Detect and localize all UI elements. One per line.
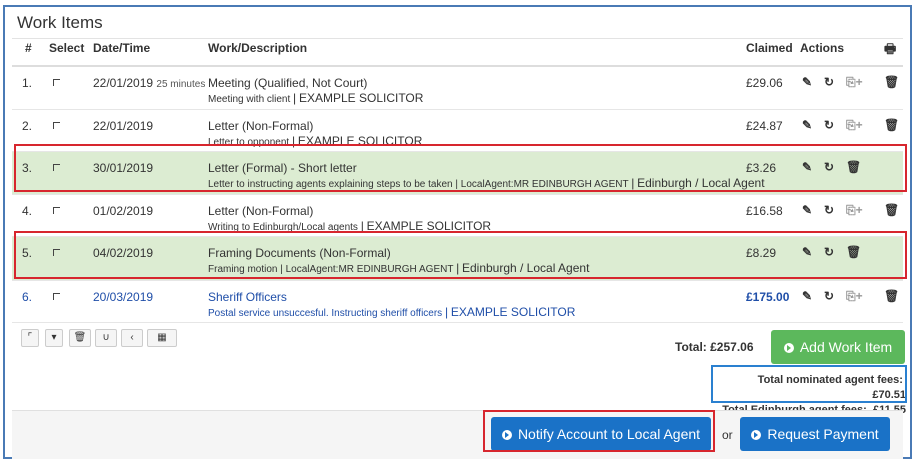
redo-icon[interactable]: ↻ [824,289,834,303]
col-work-header: Work/Description [208,41,308,55]
row-description: Meeting with client | EXAMPLE SOLICITOR [208,91,424,105]
col-actions-header: Actions [800,41,845,55]
redo-icon[interactable]: ↻ [824,75,834,89]
trash-icon[interactable]: 🗑 [884,289,899,303]
col-claimed-header: Claimed [746,41,793,55]
row-number: 2. [22,119,33,133]
play-circle-icon [751,430,762,440]
row-description: Postal service unsuccesful. Instructing … [208,305,576,319]
row-datetime: 01/02/2019 [93,204,154,218]
col-num-header: # [25,41,32,55]
attach-add-icon[interactable]: ⎘+ [846,203,863,218]
trash-icon[interactable]: 🗑 [884,75,899,89]
highlight-box [711,365,907,403]
total: Total: £257.06 [675,340,754,354]
row-claimed: £24.87 [746,119,783,133]
row-datetime: 20/03/2019 [93,290,154,304]
row-checkbox[interactable] [53,293,60,300]
grid-icon[interactable]: ▦ [147,329,177,347]
row-work: Letter (Non-Formal) [208,204,314,218]
edit-icon[interactable]: ✎ [802,118,812,132]
panel-title: Work Items [17,13,103,32]
table-row: 6. 20/03/2019 Sheriff Officers Postal se… [12,281,903,323]
row-checkbox[interactable] [53,122,60,129]
redo-icon[interactable]: ↻ [824,203,834,217]
highlight-box [14,231,907,279]
plus-circle-icon [783,343,794,353]
row-claimed: £16.58 [746,204,783,218]
highlight-box [483,410,715,452]
request-payment-button[interactable]: Request Payment [740,417,890,451]
row-work: Sheriff Officers [208,290,287,304]
merge-icon[interactable]: ∪ [95,329,117,347]
trash-icon[interactable]: 🗑 [69,329,91,347]
row-checkbox[interactable] [53,207,60,214]
edit-icon[interactable]: ✎ [802,75,812,89]
attach-add-icon[interactable]: ⎘+ [846,289,863,304]
row-work: Letter (Non-Formal) [208,119,314,133]
row-number: 6. [22,290,33,304]
trash-icon[interactable]: 🗑 [884,203,899,217]
attach-add-icon[interactable]: ⎘+ [846,118,863,133]
row-number: 4. [22,204,33,218]
edit-icon[interactable]: ✎ [802,203,812,217]
redo-icon[interactable]: ↻ [824,118,834,132]
row-number: 1. [22,76,33,90]
table-row: 1. 22/01/2019 25 minutes Meeting (Qualif… [12,67,903,110]
share-icon[interactable]: ‹ [121,329,143,347]
work-items-panel: Work Items # Select Date/Time Work/Descr… [3,5,912,459]
add-work-item-button[interactable]: Add Work Item [771,330,905,364]
row-checkbox[interactable] [53,79,60,86]
row-work: Meeting (Qualified, Not Court) [208,76,368,90]
row-datetime: 22/01/2019 [93,119,154,133]
attach-add-icon[interactable]: ⎘+ [846,75,863,90]
edit-icon[interactable]: ✎ [802,289,812,303]
print-icon[interactable]: 🖶 [884,40,896,62]
trash-icon[interactable]: 🗑 [884,118,899,132]
caret-down-icon[interactable]: ▾ [45,329,63,347]
row-claimed: £29.06 [746,76,783,90]
row-claimed: £175.00 [746,290,790,304]
or-label: or [722,428,733,442]
col-select-header: Select [49,41,85,55]
highlight-box [14,144,907,192]
select-all-checkbox[interactable]: ⌜ [21,329,39,347]
col-datetime-header: Date/Time [93,41,151,55]
title-divider [12,38,903,39]
row-datetime: 22/01/2019 25 minutes [93,76,206,90]
